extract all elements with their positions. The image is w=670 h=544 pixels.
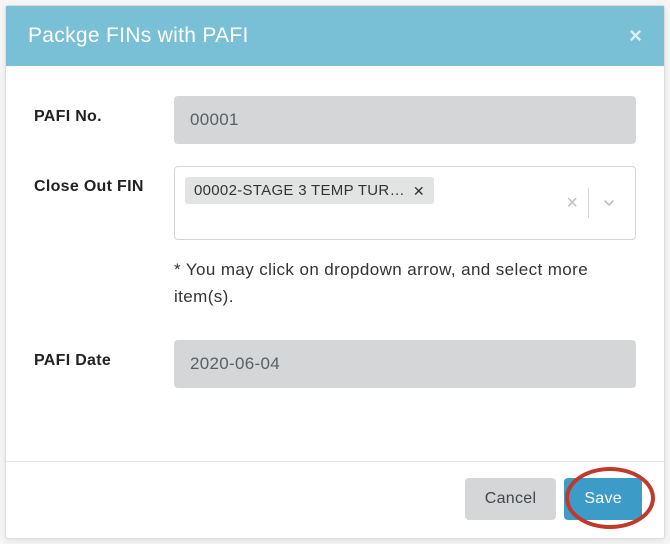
- row-close-out-fin: Close Out FIN 00002-STAGE 3 TEMP TUR… ✕ …: [34, 166, 636, 310]
- chevron-down-icon[interactable]: [589, 195, 625, 211]
- cancel-button[interactable]: Cancel: [465, 478, 557, 520]
- control-close-out-fin: 00002-STAGE 3 TEMP TUR… ✕ × * You may cl…: [174, 166, 636, 310]
- close-icon[interactable]: ×: [629, 25, 642, 47]
- selected-tags: 00002-STAGE 3 TEMP TUR… ✕: [175, 167, 546, 239]
- tag-remove-icon[interactable]: ✕: [413, 184, 425, 198]
- row-pafi-date: PAFI Date: [34, 340, 636, 388]
- label-close-out-fin: Close Out FIN: [34, 166, 174, 196]
- label-pafi-date: PAFI Date: [34, 340, 174, 370]
- tag-label: 00002-STAGE 3 TEMP TUR…: [194, 182, 405, 199]
- modal-header: Packge FINs with PAFI ×: [6, 6, 664, 66]
- modal-title: Packge FINs with PAFI: [28, 24, 249, 48]
- pafi-no-input[interactable]: [174, 96, 636, 144]
- modal-footer: Cancel Save: [6, 461, 664, 538]
- clear-all-icon[interactable]: ×: [556, 193, 588, 213]
- helper-text: * You may click on dropdown arrow, and s…: [174, 256, 636, 310]
- modal-dialog: Packge FINs with PAFI × PAFI No. Close O…: [5, 5, 665, 539]
- save-button[interactable]: Save: [564, 478, 642, 520]
- tag-item: 00002-STAGE 3 TEMP TUR… ✕: [185, 177, 434, 204]
- label-pafi-no: PAFI No.: [34, 96, 174, 126]
- pafi-date-input[interactable]: [174, 340, 636, 388]
- control-pafi-no: [174, 96, 636, 144]
- row-pafi-no: PAFI No.: [34, 96, 636, 144]
- control-pafi-date: [174, 340, 636, 388]
- select-controls: ×: [546, 167, 635, 239]
- close-out-fin-select[interactable]: 00002-STAGE 3 TEMP TUR… ✕ ×: [174, 166, 636, 240]
- modal-body: PAFI No. Close Out FIN 00002-STAGE 3 TEM…: [6, 66, 664, 461]
